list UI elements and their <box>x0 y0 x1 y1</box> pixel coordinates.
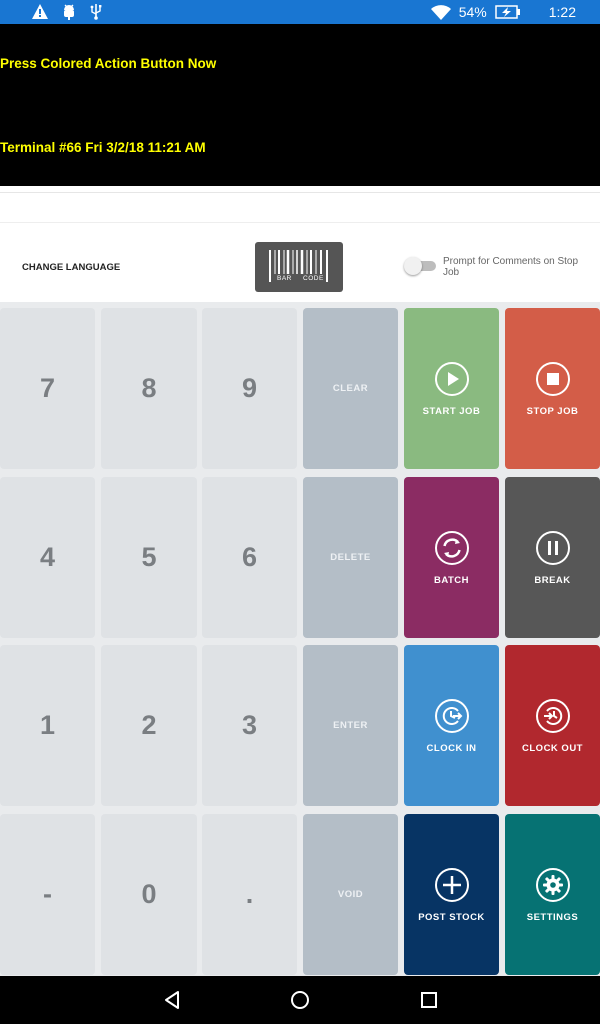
key-label: 8 <box>141 373 157 403</box>
start-job-label: START JOB <box>422 405 481 417</box>
key-minus[interactable]: - <box>0 814 95 975</box>
stop-job-label: STOP JOB <box>526 405 579 417</box>
stop-job-button[interactable]: STOP JOB <box>505 308 600 469</box>
terminal-info: Terminal #66 Fri 3/2/18 11:21 AM <box>0 140 206 155</box>
void-label: VOID <box>337 889 364 900</box>
usb-icon <box>90 3 102 20</box>
key-4[interactable]: 4 <box>0 477 95 638</box>
break-label: BREAK <box>534 574 571 586</box>
comments-toggle-label: Prompt for Comments on Stop Job <box>443 256 579 278</box>
key-8[interactable]: 8 <box>101 308 197 469</box>
clear-button[interactable]: CLEAR <box>303 308 398 469</box>
key-5[interactable]: 5 <box>101 477 197 638</box>
key-6[interactable]: 6 <box>202 477 297 638</box>
navigation-bar <box>0 976 600 1024</box>
post-stock-button[interactable]: POST STOCK <box>404 814 499 975</box>
key-label: . <box>245 879 254 909</box>
key-label: 1 <box>39 710 56 740</box>
recents-icon[interactable] <box>420 990 438 1015</box>
key-label: 9 <box>241 373 258 403</box>
clear-label: CLEAR <box>332 383 369 394</box>
play-icon <box>434 361 469 396</box>
enter-button[interactable]: ENTER <box>303 645 398 806</box>
clock-time: 1:22 <box>548 4 576 20</box>
status-bar: 54% 1:22 <box>0 0 600 24</box>
gear-icon <box>535 867 570 902</box>
barcode-button[interactable]: BAR CODE <box>255 242 343 292</box>
break-button[interactable]: BREAK <box>505 477 600 638</box>
void-button[interactable]: VOID <box>303 814 398 975</box>
battery-percent: 54% <box>458 4 487 20</box>
stop-icon <box>535 361 570 396</box>
key-0[interactable]: 0 <box>101 814 197 975</box>
clock-in-label: CLOCK IN <box>426 742 477 754</box>
settings-label: SETTINGS <box>526 911 579 923</box>
refresh-icon <box>434 530 469 565</box>
message-panel: Press Colored Action Button Now Terminal… <box>0 24 600 186</box>
wifi-icon <box>430 4 451 20</box>
barcode-label-left: BAR <box>277 275 292 282</box>
key-label: 3 <box>241 710 258 740</box>
enter-label: ENTER <box>333 720 368 731</box>
start-job-button[interactable]: START JOB <box>404 308 499 469</box>
key-label: 0 <box>141 879 157 909</box>
key-3[interactable]: 3 <box>202 645 297 806</box>
key-9[interactable]: 9 <box>202 308 297 469</box>
key-label: 2 <box>141 710 157 740</box>
toggle-knob <box>404 257 422 275</box>
clock-in-icon <box>434 698 469 733</box>
clock-in-button[interactable]: CLOCK IN <box>404 645 499 806</box>
key-7[interactable]: 7 <box>0 308 95 469</box>
home-icon[interactable] <box>290 990 310 1015</box>
post-stock-label: POST STOCK <box>418 911 485 923</box>
key-label: 4 <box>39 542 56 572</box>
key-decimal[interactable]: . <box>202 814 297 975</box>
clock-out-button[interactable]: CLOCK OUT <box>505 645 600 806</box>
divider <box>0 222 600 223</box>
key-label: - <box>43 879 52 909</box>
batch-button[interactable]: BATCH <box>404 477 499 638</box>
key-label: 7 <box>39 373 56 403</box>
battery-charging-icon <box>495 5 521 19</box>
warning-icon <box>32 4 48 19</box>
back-icon[interactable] <box>163 990 181 1015</box>
change-language-link[interactable]: CHANGE LANGUAGE <box>22 262 120 273</box>
pause-icon <box>535 530 570 565</box>
plus-circle-icon <box>434 867 469 902</box>
delete-label: DELETE <box>330 552 371 563</box>
key-label: 6 <box>241 542 258 572</box>
divider <box>0 192 600 193</box>
comments-toggle[interactable] <box>404 257 436 275</box>
barcode-label-right: CODE <box>303 275 324 282</box>
clock-out-label: CLOCK OUT <box>522 742 583 754</box>
key-1[interactable]: 1 <box>0 645 95 806</box>
key-label: 5 <box>141 542 157 572</box>
clock-out-icon <box>535 698 570 733</box>
barcode-icon <box>269 250 328 282</box>
options-bar: CHANGE LANGUAGE BAR CODE Prompt for Comm… <box>0 186 600 302</box>
prompt-message: Press Colored Action Button Now <box>0 56 217 71</box>
key-2[interactable]: 2 <box>101 645 197 806</box>
settings-button[interactable]: SETTINGS <box>505 814 600 975</box>
delete-button[interactable]: DELETE <box>303 477 398 638</box>
batch-label: BATCH <box>433 574 470 586</box>
android-debug-icon <box>62 4 76 20</box>
